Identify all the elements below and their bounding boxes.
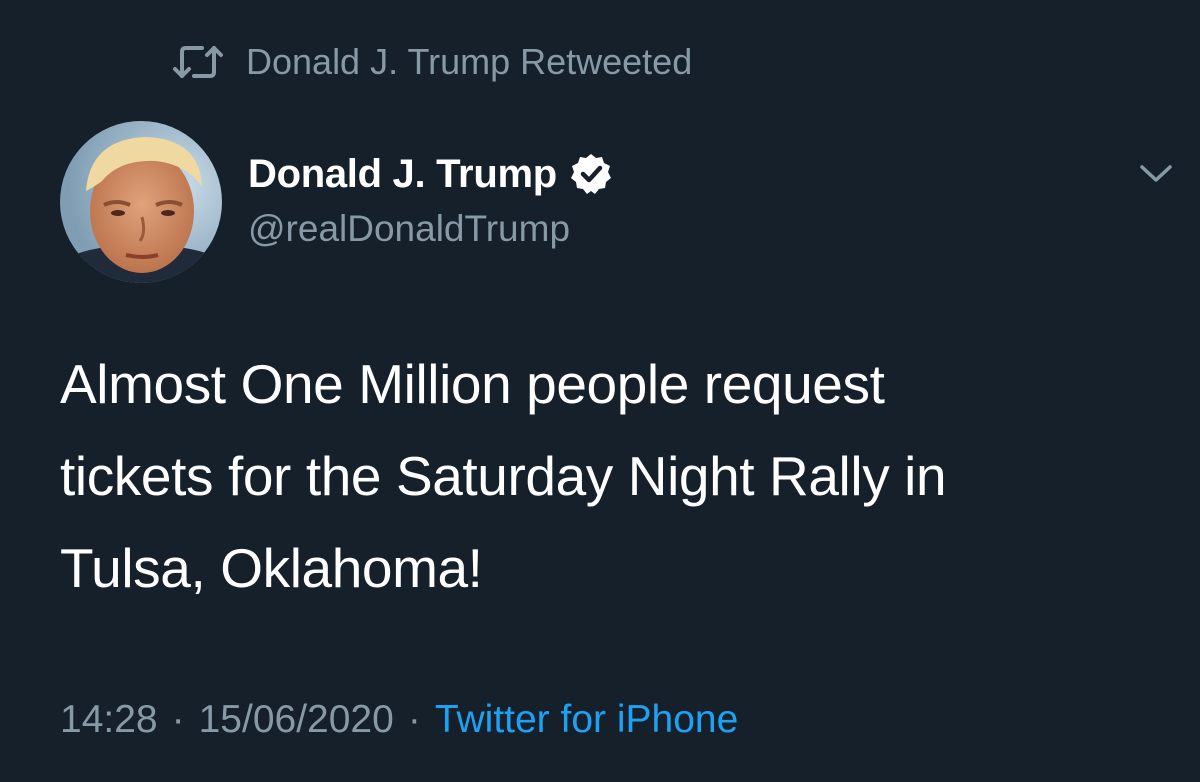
- retweet-banner-text: Donald J. Trump Retweeted: [246, 41, 693, 82]
- tweet-text-line: tickets for the Saturday Night Rally in: [60, 445, 947, 507]
- author-block[interactable]: Donald J. Trump @realDonaldTrump: [248, 148, 613, 250]
- tweet-text-line: Almost One Million people request: [60, 353, 885, 415]
- meta-separator: ·: [171, 698, 185, 741]
- retweet-icon: [172, 42, 224, 82]
- meta-separator: ·: [407, 698, 421, 741]
- tweet-meta: 14:28 · 15/06/2020 · Twitter for iPhone: [60, 692, 738, 748]
- author-handle[interactable]: @realDonaldTrump: [248, 208, 613, 250]
- verified-badge-icon: [569, 152, 613, 196]
- tweet-time[interactable]: 14:28: [60, 698, 158, 742]
- retweet-banner[interactable]: Donald J. Trump Retweeted: [172, 38, 692, 86]
- tweet-text-line: Tulsa, Oklahoma!: [60, 537, 483, 599]
- tweet-date[interactable]: 15/06/2020: [199, 698, 394, 742]
- author-display-name[interactable]: Donald J. Trump: [248, 152, 557, 197]
- avatar-image: [60, 121, 222, 283]
- author-name-row: Donald J. Trump: [248, 148, 613, 200]
- chevron-down-icon: [1140, 165, 1172, 182]
- avatar[interactable]: [60, 121, 222, 283]
- tweet-text: Almost One Million people request ticket…: [60, 338, 1160, 614]
- tweet-menu-button[interactable]: [1136, 158, 1176, 188]
- tweet-source-link[interactable]: Twitter for iPhone: [435, 698, 738, 742]
